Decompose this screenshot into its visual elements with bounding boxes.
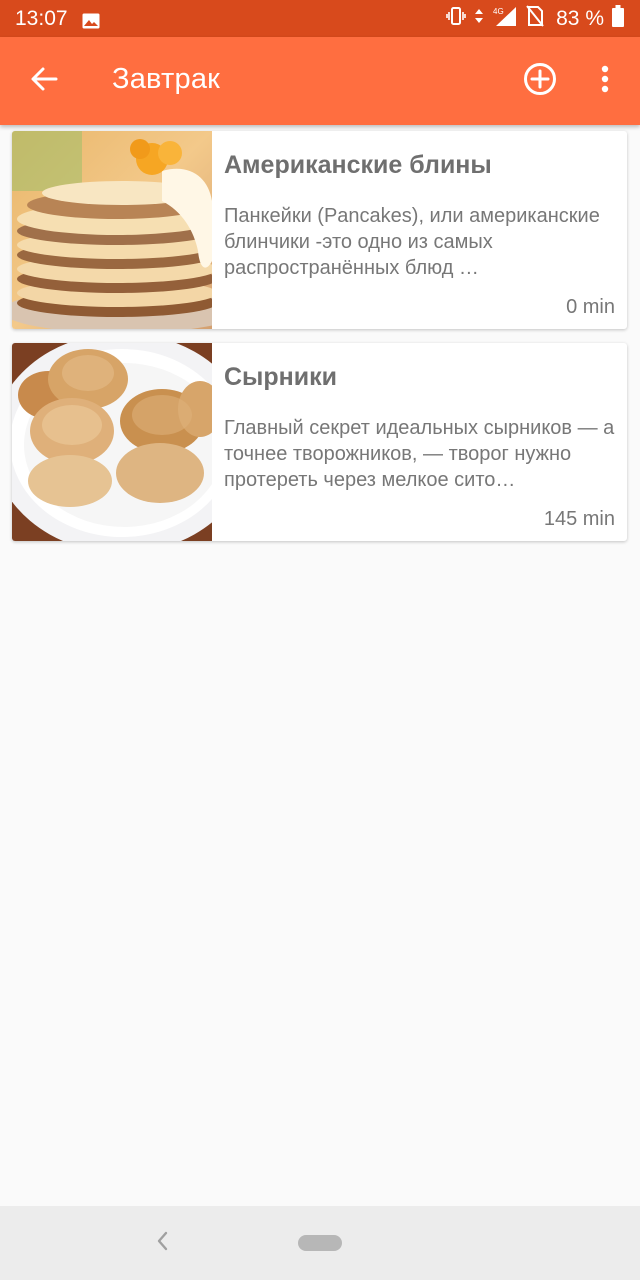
recipe-description: Главный секрет идеальных сырников — а то… [224,417,615,491]
add-recipe-button[interactable] [520,61,560,101]
chevron-left-icon [155,1230,169,1257]
signal-icon: 4G [492,5,518,33]
data-arrows-icon [474,7,484,31]
vibrate-icon [446,6,466,32]
back-button[interactable] [26,63,62,99]
recipe-time: 0 min [566,296,615,318]
recipe-title: Американские блины [224,151,492,179]
app-bar: Завтрак [0,37,640,125]
no-sim-icon [526,4,544,33]
nav-back-button[interactable] [150,1230,174,1256]
pancakes-photo [12,131,242,329]
battery-percent: 83 % [556,6,604,30]
syrniki-photo [12,343,252,541]
back-arrow-icon [30,66,58,97]
image-icon [82,11,100,28]
status-bar: 13:07 4G 83 % [0,0,640,37]
svg-text:4G: 4G [493,7,504,16]
status-time: 13:07 [15,6,68,30]
page-title: Завтрак [112,63,221,95]
more-options-button[interactable] [590,61,620,101]
recipe-time: 145 min [543,508,615,530]
recipe-card[interactable]: Американские блины Панкейки (Pancakes), … [12,131,627,329]
recipe-description: Панкейки (Pancakes), или американские бл… [224,205,600,279]
recipe-title: Сырники [224,363,338,391]
system-nav-bar [0,1206,640,1280]
recipe-card[interactable]: Сырники Главный секрет идеальных сырнико… [12,343,627,541]
status-icons: 4G 83 % [446,4,624,33]
more-vert-icon [601,65,609,98]
battery-icon [612,4,624,33]
add-circle-icon [523,62,557,101]
nav-home-button[interactable] [298,1235,342,1251]
recipe-list: Американские блины Панкейки (Pancakes), … [12,131,627,555]
